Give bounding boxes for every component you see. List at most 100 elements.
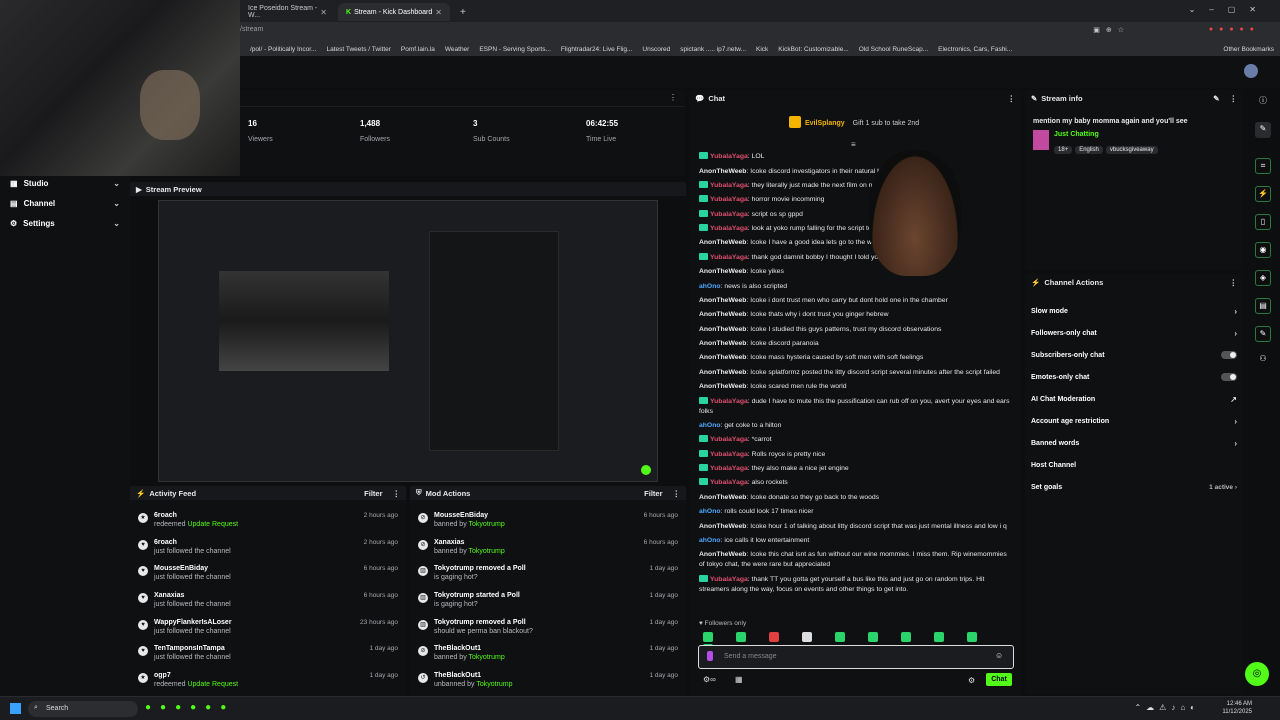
chat-username[interactable]: YubalaYaga [710,254,748,261]
tray-icons[interactable]: ⌃☁⚠♪⌂◐ [1134,703,1200,712]
chat-username[interactable]: AnonTheWeeb [699,168,746,175]
emote-icon[interactable] [703,632,713,642]
wrench-icon[interactable]: ✎ [1255,326,1271,342]
action-slow-mode[interactable]: Slow mode › [1025,300,1243,322]
avatar[interactable] [1244,64,1258,78]
chat-input[interactable]: Send a message [698,645,1014,669]
bookmark-10[interactable]: Old School RuneScap... [859,46,928,53]
emote-icon[interactable] [769,632,779,642]
chat-username[interactable]: AnonTheWeeb [699,268,746,275]
chat-username[interactable]: AnonTheWeeb [699,523,746,530]
browser-tab-1[interactable]: Ice Poseidon Stream - W... ✕ [240,3,335,21]
bookmark-1[interactable]: Latest Tweets / Twitter [326,46,390,53]
action-set-goals[interactable]: Set goals 1 active › [1025,476,1243,498]
chat-username[interactable]: AnonTheWeeb [699,383,746,390]
bookmark-6[interactable]: Unscored [642,46,670,53]
filter-button[interactable]: Filter [364,489,382,498]
chat-username[interactable]: AnonTheWeeb [699,239,746,246]
info-icon[interactable]: ⓘ [1255,94,1271,110]
bookmark-4[interactable]: ESPN - Serving Sports... [479,46,551,53]
chat-username[interactable]: YubalaYaga [710,153,748,160]
taskbar-search[interactable]: ⌕ Search [28,701,138,717]
chat-username[interactable]: YubalaYaga [710,182,748,189]
emotes-only-toggle[interactable] [1221,373,1237,381]
bookmark-9[interactable]: KickBot: Customizable... [778,46,848,53]
chat-username[interactable]: YubalaYaga [710,479,748,486]
chat-username[interactable]: ahOno [699,537,721,544]
emote-icon[interactable] [967,632,977,642]
chat-username[interactable]: AnonTheWeeb [699,340,746,347]
sidebar-item-channel[interactable]: ▤ Channel ⌄ [0,193,130,213]
calendar-icon[interactable]: ▦ [735,675,743,684]
action-banned-words[interactable]: Banned words › [1025,432,1243,454]
bolt-icon[interactable]: ⚡ [1255,186,1271,202]
more-icon[interactable]: ⋮ [1230,94,1238,103]
chat-username[interactable]: YubalaYaga [710,196,748,203]
taskbar-apps[interactable]: ●●●●●● [145,702,235,713]
action-host-channel[interactable]: Host Channel [1025,454,1243,476]
pencil-icon[interactable]: ✎ [1255,122,1271,138]
chat-username[interactable]: ahOno [699,508,721,515]
subscribers-only-toggle[interactable] [1221,351,1237,359]
chat-username[interactable]: YubalaYaga [710,465,748,472]
chat-username[interactable]: YubalaYaga [710,451,748,458]
chat-username[interactable]: AnonTheWeeb [699,354,746,361]
send-chat-button[interactable]: Chat [986,673,1012,686]
new-tab-button[interactable]: + [452,3,474,21]
emote-icon[interactable] [736,632,746,642]
edit-icon[interactable]: ✎ [1213,94,1219,103]
bookmark-7[interactable]: spictank ..... ip7.netw... [680,46,746,53]
more-icon[interactable]: ⋮ [1008,94,1016,103]
chevron-down-icon[interactable]: ≡ [851,140,856,149]
emote-icon[interactable] [868,632,878,642]
chat-username[interactable]: AnonTheWeeb [699,369,746,376]
chat-username[interactable]: ahOno [699,283,721,290]
chat-username[interactable]: AnonTheWeeb [699,494,746,501]
server-icon[interactable]: ▤ [1255,298,1271,314]
emote-icon[interactable] [934,632,944,642]
chat-username[interactable]: YubalaYaga [710,225,748,232]
chat-username[interactable]: AnonTheWeeb [699,551,746,558]
chat-bubble-icon[interactable]: ◎ [1245,662,1269,686]
filter-button[interactable]: Filter [644,489,662,498]
chat-username[interactable]: YubalaYaga [710,436,748,443]
chat-username[interactable]: AnonTheWeeb [699,311,746,318]
gear-icon[interactable]: ⚙ [968,676,975,685]
crop-icon[interactable]: ⌗ [1255,158,1271,174]
chat-icon[interactable]: ◉ [1255,242,1271,258]
chat-username[interactable]: AnonTheWeeb [699,326,746,333]
emote-icon[interactable] [901,632,911,642]
action-ai-moderation[interactable]: AI Chat Moderation ↗ [1025,388,1243,410]
chat-username[interactable]: AnonTheWeeb [699,297,746,304]
bookmark-2[interactable]: Pomf.lain.la [401,46,435,53]
bookmark-3[interactable]: Weather [445,46,469,53]
pinned-gift[interactable]: EvilSplangy Gift 1 sub to take 2nd [789,116,919,128]
other-bookmarks[interactable]: Other Bookmarks [1223,46,1274,53]
windows-start-icon[interactable] [10,703,21,714]
address-bar[interactable]: /stream ▣⊕☆ ●●●●● [240,22,1280,42]
bookmark-8[interactable]: Kick [756,46,768,53]
address-bar-icons[interactable]: ▣⊕☆ [1093,26,1130,34]
bookmark-5[interactable]: Flightradar24: Live Flig... [561,46,633,53]
more-icon[interactable]: ⋮ [1230,278,1238,287]
close-icon[interactable]: ✕ [435,8,442,17]
more-icon[interactable]: ⋮ [393,489,401,498]
close-icon[interactable]: ✕ [320,8,327,17]
chat-username[interactable]: YubalaYaga [710,211,748,218]
share-icon[interactable]: ⚇ [1255,352,1271,368]
more-icon[interactable]: ⋮ [673,489,681,498]
phone-icon[interactable]: ▯ [1255,214,1271,230]
chat-tools-icon[interactable]: ⚙∞ [703,675,716,684]
category-link[interactable]: Just Chatting [1054,131,1099,138]
sidebar-item-studio[interactable]: ▦ Studio ⌄ [0,173,130,193]
action-followers-only[interactable]: Followers-only chat › [1025,322,1243,344]
stream-preview-video[interactable] [158,200,658,482]
clock[interactable]: 12:46 AM 11/12/2025 [1222,700,1252,716]
window-controls[interactable]: ⌄–▢✕ [1189,5,1270,14]
broadcast-icon[interactable]: ◈ [1255,270,1271,286]
browser-tab-2[interactable]: K Stream - Kick Dashboard ✕ [338,3,450,21]
emote-icon[interactable] [835,632,845,642]
sidebar-item-settings[interactable]: ⚙ Settings ⌄ [0,213,130,233]
bookmark-11[interactable]: Electronics, Cars, Fashi... [938,46,1012,53]
more-icon[interactable]: ⋮ [669,93,677,102]
